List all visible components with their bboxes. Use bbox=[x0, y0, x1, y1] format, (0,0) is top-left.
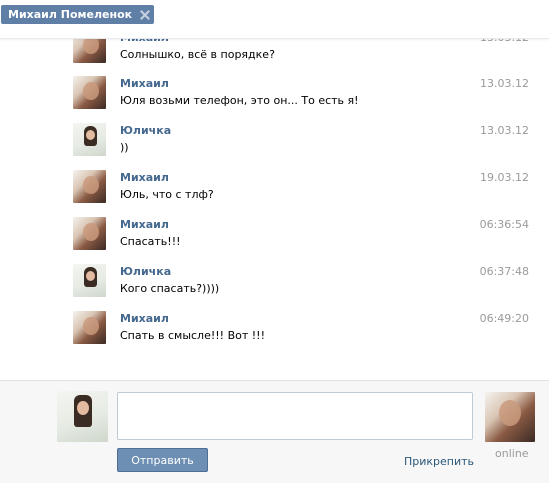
send-button[interactable]: Отправить bbox=[117, 448, 208, 472]
message-date: 13.03.12 bbox=[480, 124, 529, 137]
attach-link[interactable]: Прикрепить bbox=[404, 455, 474, 468]
avatar[interactable] bbox=[73, 217, 106, 250]
dialog-tab[interactable]: Михаил Помеленок bbox=[1, 5, 155, 24]
message-author[interactable]: Михаил bbox=[120, 171, 169, 184]
avatar[interactable] bbox=[73, 311, 106, 344]
message-date: 19.03.12 bbox=[480, 171, 529, 184]
message-item: Михаил 06:36:54 Спасать!!! bbox=[73, 217, 533, 251]
message-date: 13.03.12 bbox=[480, 77, 529, 90]
message-author[interactable]: Михаил bbox=[120, 218, 169, 231]
message-item: Михаил 13.03.12 Юля возьми телефон, это … bbox=[73, 76, 533, 110]
message-composer: Отправить Прикрепить online bbox=[0, 380, 549, 483]
message-item: Михаил 06:49:20 Спать в смысле!!! Вот !!… bbox=[73, 311, 533, 345]
message-text: Юль, что с тлф? bbox=[120, 188, 214, 201]
close-icon[interactable] bbox=[140, 10, 150, 20]
avatar[interactable] bbox=[73, 264, 106, 297]
message-text: Спать в смысле!!! Вот !!! bbox=[120, 329, 265, 342]
message-author[interactable]: Юличка bbox=[120, 265, 171, 278]
message-text: Солнышко, всё в порядке? bbox=[120, 48, 275, 61]
message-text: Юля возьми телефон, это он... То есть я! bbox=[120, 94, 359, 107]
message-author[interactable]: Михаил bbox=[120, 312, 169, 325]
avatar[interactable] bbox=[73, 76, 106, 109]
message-date: 06:37:48 bbox=[479, 265, 529, 278]
message-text: )) bbox=[120, 141, 129, 154]
avatar[interactable] bbox=[73, 170, 106, 203]
message-text: Спасать!!! bbox=[120, 235, 181, 248]
message-list[interactable]: Михаил 13.03.12 Солнышко, всё в порядке?… bbox=[0, 0, 549, 380]
message-author[interactable]: Михаил bbox=[120, 77, 169, 90]
avatar[interactable] bbox=[57, 391, 108, 442]
message-item: Михаил 19.03.12 Юль, что с тлф? bbox=[73, 170, 533, 204]
message-item: Юличка 06:37:48 Кого спасать?)))) bbox=[73, 264, 533, 298]
avatar[interactable] bbox=[73, 123, 106, 156]
message-author[interactable]: Юличка bbox=[120, 124, 171, 137]
message-date: 06:36:54 bbox=[479, 218, 529, 231]
message-date: 06:49:20 bbox=[479, 312, 529, 325]
message-text: Кого спасать?)))) bbox=[120, 282, 220, 295]
online-status: online bbox=[495, 447, 529, 460]
peer-avatar[interactable] bbox=[485, 392, 535, 442]
message-input[interactable] bbox=[117, 392, 473, 440]
message-item: Юличка 13.03.12 )) bbox=[73, 123, 533, 157]
dialog-tabs-bar: Михаил Помеленок bbox=[0, 0, 549, 39]
dialog-tab-title[interactable]: Михаил Помеленок bbox=[8, 5, 132, 24]
